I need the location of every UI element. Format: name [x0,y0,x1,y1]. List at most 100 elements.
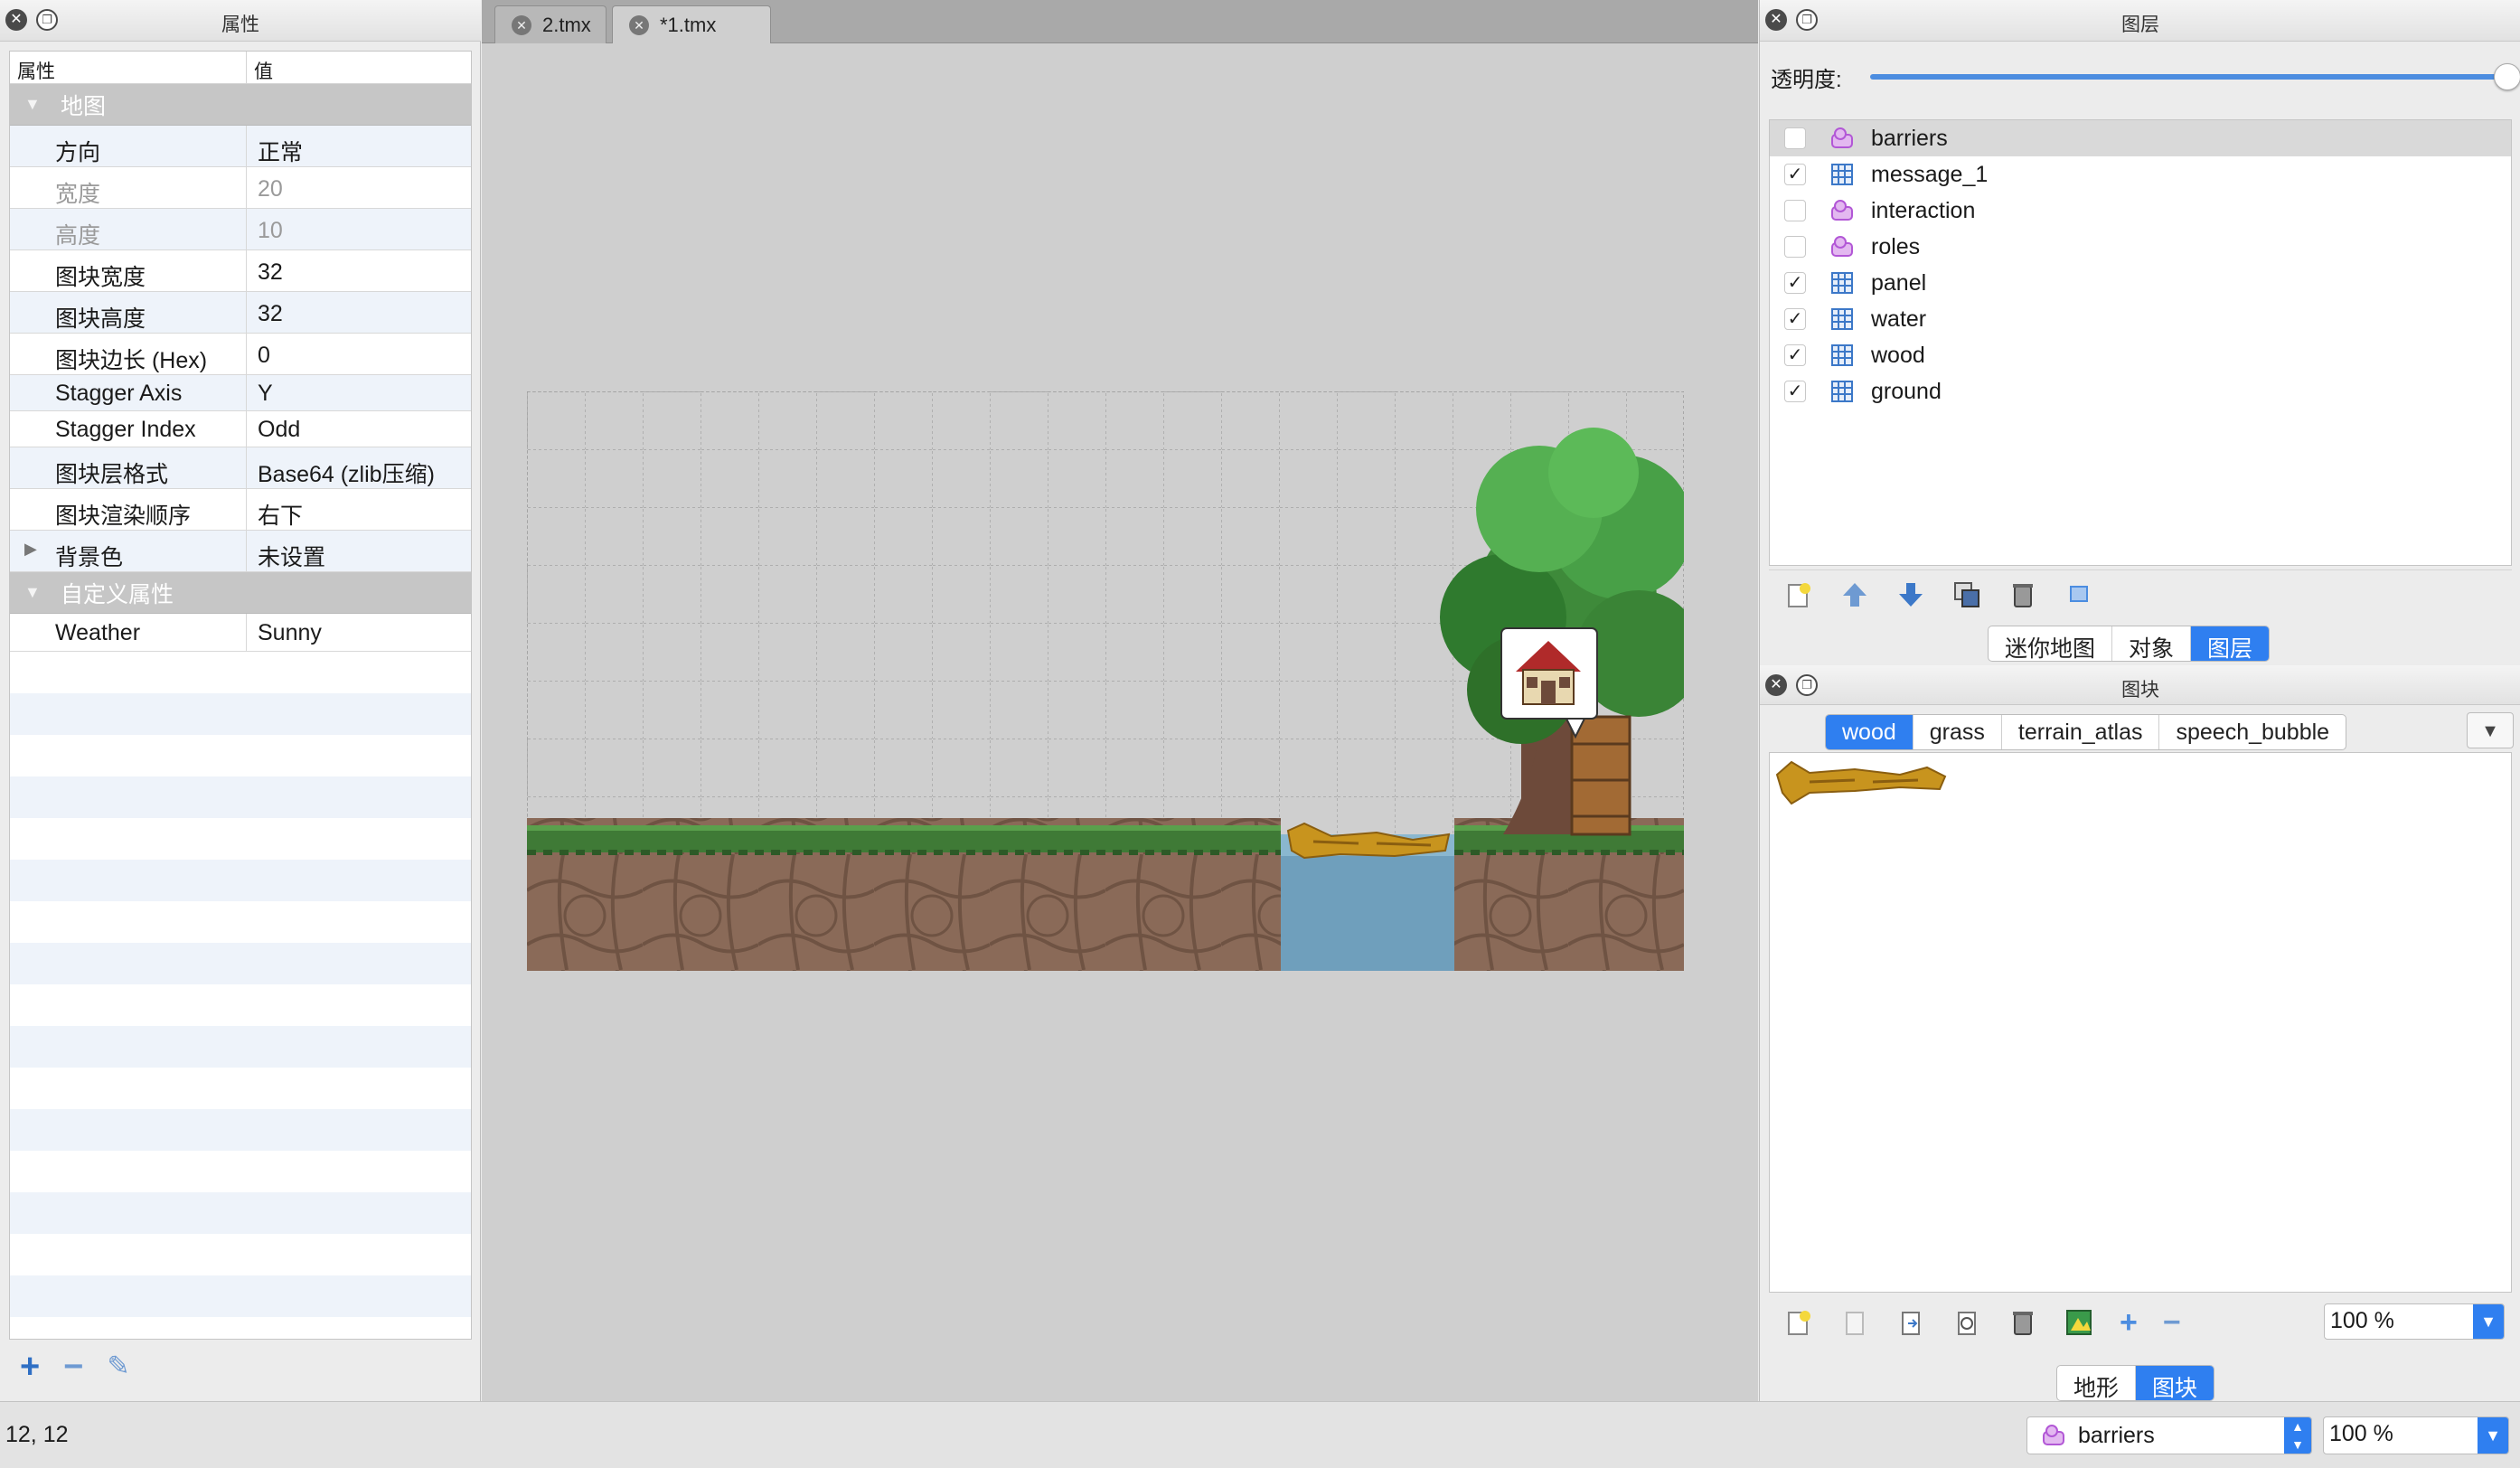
tab-minimap[interactable]: 迷你地图 [1989,626,2113,661]
property-value[interactable]: Sunny [247,614,471,651]
layers-list[interactable]: barriers ✓ message_1 interaction roles ✓… [1769,119,2512,566]
property-value[interactable]: 32 [247,292,471,333]
cursor-coordinates: 12, 12 [5,1422,69,1447]
visibility-checkbox[interactable]: ✓ [1784,381,1806,402]
collapse-arrow-icon[interactable]: ▼ [10,95,42,114]
layer-row-wood[interactable]: ✓ wood [1770,337,2511,373]
add-property-icon[interactable]: + [20,1350,40,1384]
property-value[interactable]: 未设置 [247,531,471,571]
tab-objects[interactable]: 对象 [2112,626,2192,661]
close-tab-icon[interactable]: ✕ [629,15,649,35]
remove-tileset-icon[interactable] [2008,1307,2038,1338]
move-layer-down-icon[interactable] [1895,579,1926,610]
opacity-slider-handle[interactable] [2494,63,2520,90]
property-value[interactable]: 右下 [247,489,471,530]
opacity-slider[interactable] [1870,74,2503,80]
tiled-app-window: ✕ ❐ 属性 属性 值 ▼ 地图 方向 正常 宽度 20 高度 10 图块宽度 … [0,0,2520,1468]
toggle-other-layers-icon[interactable] [2064,579,2094,610]
edit-terrain-icon[interactable] [2064,1307,2094,1338]
property-key-label: 背景色 [55,545,124,570]
property-row-render-order[interactable]: 图块渲染顺序 右下 [10,489,471,531]
property-row-stagger-index[interactable]: Stagger Index Odd [10,411,471,447]
property-row-tile-height[interactable]: 图块高度 32 [10,292,471,334]
tileset-list-dropdown[interactable]: ▼ [2467,712,2514,748]
tileset-zoom-select[interactable]: 100 % ▼ [2324,1303,2505,1340]
visibility-checkbox[interactable]: ✓ [1784,308,1806,330]
tab-2-tmx[interactable]: ✕ 2.tmx [494,5,606,43]
property-row-background-color[interactable]: ▶ 背景色 未设置 [10,531,471,572]
close-tab-icon[interactable]: ✕ [512,15,531,35]
map-zoom-select[interactable]: 100 % ▼ [2323,1416,2509,1454]
property-row-weather[interactable]: Weather Sunny [10,614,471,652]
visibility-checkbox[interactable]: ✓ [1784,272,1806,294]
tab-tileset-terrain-atlas[interactable]: terrain_atlas [2002,715,2160,749]
tab-tileset-grass[interactable]: grass [1914,715,2002,749]
visibility-checkbox[interactable] [1784,236,1806,258]
remove-property-icon[interactable]: − [63,1350,83,1384]
column-value[interactable]: 值 [247,52,280,83]
property-key: 宽度 [10,167,247,208]
move-layer-up-icon[interactable] [1839,579,1870,610]
tilesets-title-bar: ✕ ❐ 图块 [1760,665,2520,705]
group-map[interactable]: ▼ 地图 [10,84,471,126]
properties-toolbar: + − ✎ [9,1341,472,1392]
tileset-properties-icon[interactable] [1951,1307,1982,1338]
property-value[interactable]: 0 [247,334,471,374]
property-row-hex-side[interactable]: 图块边长 (Hex) 0 [10,334,471,375]
zoom-out-icon[interactable]: − [2163,1307,2181,1338]
property-row-orientation[interactable]: 方向 正常 [10,126,471,167]
tab-tileset-wood[interactable]: wood [1826,715,1914,749]
column-property[interactable]: 属性 [10,52,247,83]
duplicate-layer-icon[interactable] [1951,579,1982,610]
property-row-width[interactable]: 宽度 20 [10,167,471,209]
layer-name: ground [1871,378,1942,404]
collapse-arrow-icon[interactable]: ▼ [10,583,42,602]
chevron-down-icon[interactable]: ▼ [2478,1417,2508,1454]
property-value: 10 [258,218,283,243]
tab-layers[interactable]: 图层 [2191,626,2270,661]
properties-table[interactable]: 属性 值 ▼ 地图 方向 正常 宽度 20 高度 10 图块宽度 32 图块高度… [9,51,472,1340]
layer-row-roles[interactable]: roles [1770,229,2511,265]
property-value[interactable]: Odd [247,411,471,447]
wood-log-tile[interactable] [1773,753,1951,807]
embed-tileset-icon[interactable] [1839,1307,1870,1338]
rename-property-icon[interactable]: ✎ [107,1353,129,1380]
tileset-view[interactable] [1769,752,2512,1293]
layer-row-water[interactable]: ✓ water [1770,301,2511,337]
tab-terrains[interactable]: 地形 [2057,1366,2137,1400]
group-custom-properties[interactable]: ▼ 自定义属性 [10,572,471,614]
property-value[interactable]: Base64 (zlib压缩) [247,447,471,488]
layer-row-panel[interactable]: ✓ panel [1770,265,2511,301]
layer-row-interaction[interactable]: interaction [1770,193,2511,229]
zoom-in-icon[interactable]: + [2120,1307,2138,1338]
layers-title: 图层 [2121,14,2159,35]
tab-tilesets[interactable]: 图块 [2136,1366,2214,1400]
property-row-layer-format[interactable]: 图块层格式 Base64 (zlib压缩) [10,447,471,489]
group-custom-label: 自定义属性 [61,581,174,607]
tab-1-tmx[interactable]: ✕ *1.tmx [612,5,771,43]
chevron-down-icon[interactable]: ▼ [2473,1304,2504,1339]
stepper-icon[interactable]: ▲ ▼ [2284,1417,2311,1454]
property-value[interactable]: 正常 [247,126,471,166]
tab-tileset-speech-bubble[interactable]: speech_bubble [2159,715,2346,749]
visibility-checkbox[interactable] [1784,127,1806,149]
new-layer-icon[interactable] [1783,579,1814,610]
property-row-tile-width[interactable]: 图块宽度 32 [10,250,471,292]
export-tileset-icon[interactable] [1895,1307,1926,1338]
new-tileset-icon[interactable] [1783,1307,1814,1338]
property-row-stagger-axis[interactable]: Stagger Axis Y [10,375,471,411]
layer-row-message-1[interactable]: ✓ message_1 [1770,156,2511,193]
property-value[interactable]: 32 [247,250,471,291]
tileset-tabs: wood grass terrain_atlas speech_bubble [1825,714,2347,750]
visibility-checkbox[interactable] [1784,200,1806,221]
map-canvas[interactable] [527,391,1684,971]
layer-row-barriers[interactable]: barriers [1770,120,2511,156]
property-row-height[interactable]: 高度 10 [10,209,471,250]
property-value[interactable]: Y [247,375,471,410]
visibility-checkbox[interactable]: ✓ [1784,344,1806,366]
expand-arrow-icon[interactable]: ▶ [24,540,37,559]
delete-layer-icon[interactable] [2008,579,2038,610]
visibility-checkbox[interactable]: ✓ [1784,164,1806,185]
layer-row-ground[interactable]: ✓ ground [1770,373,2511,409]
current-layer-select[interactable]: barriers ▲ ▼ [2026,1416,2312,1454]
